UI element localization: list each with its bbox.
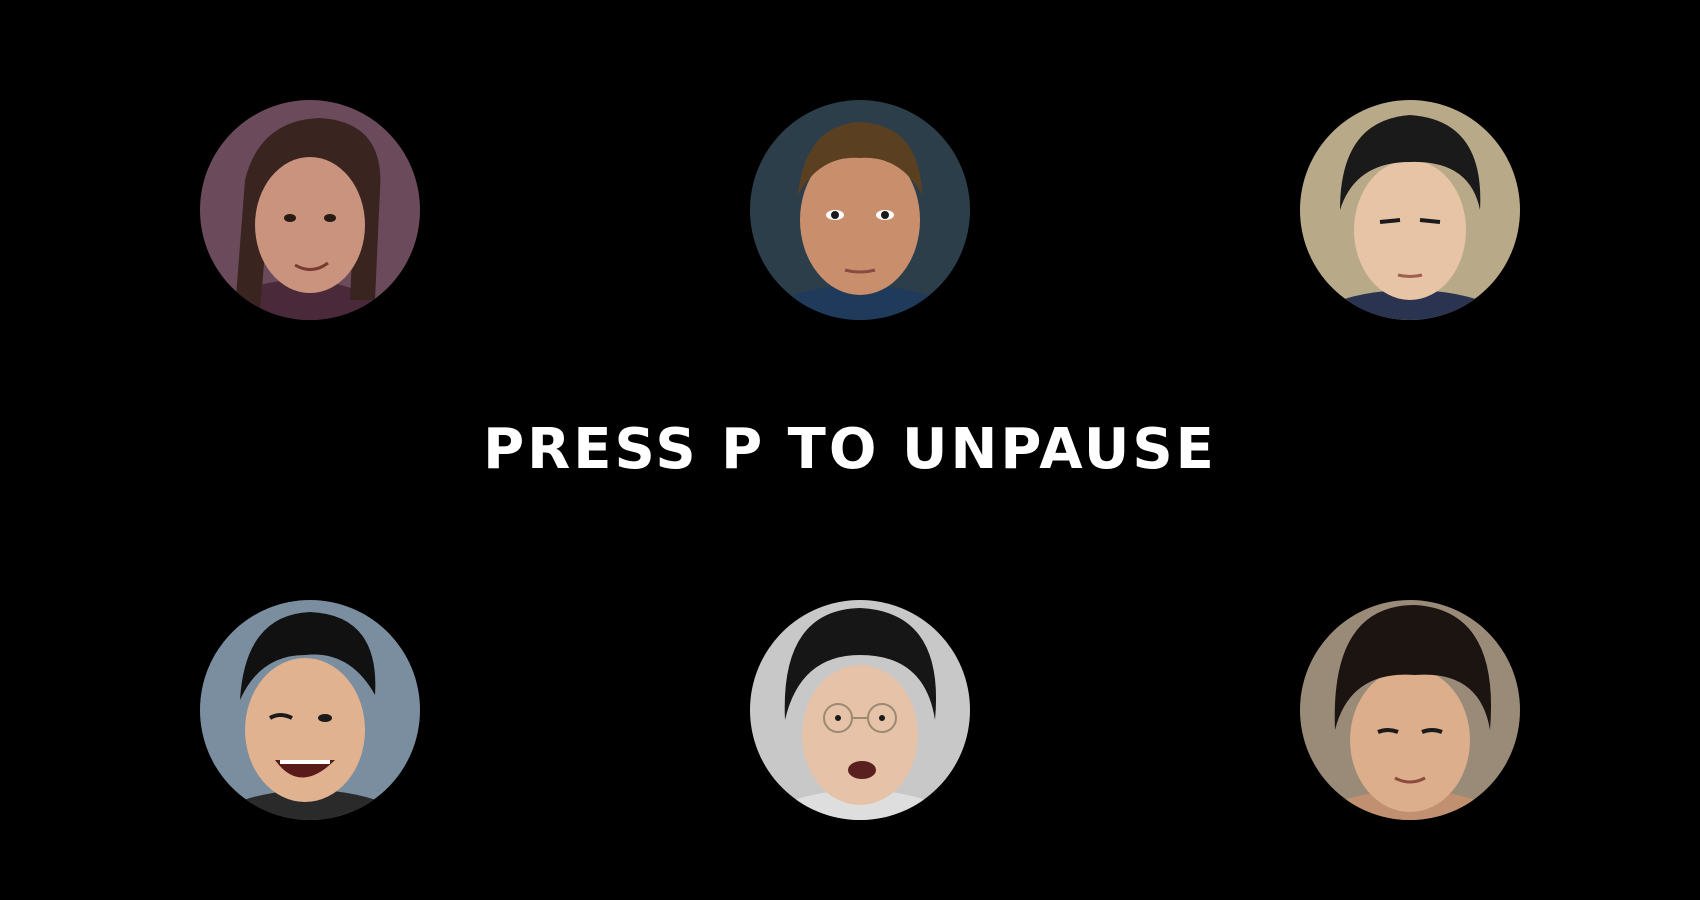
player-portrait-icon	[750, 600, 970, 820]
player-portrait-6	[1300, 600, 1520, 820]
player-portrait-icon	[200, 600, 420, 820]
game-screen: PRESS P TO UNPAUSE	[0, 0, 1700, 900]
player-portrait-icon	[1300, 100, 1520, 320]
player-portrait-icon	[750, 100, 970, 320]
pause-message: PRESS P TO UNPAUSE	[483, 417, 1217, 482]
player-portrait-4	[200, 600, 420, 820]
player-portrait-2	[750, 100, 970, 320]
player-portrait-icon	[1300, 600, 1520, 820]
player-portrait-icon	[200, 100, 420, 320]
player-portrait-3	[1300, 100, 1520, 320]
player-portrait-1	[200, 100, 420, 320]
player-portrait-5	[750, 600, 970, 820]
